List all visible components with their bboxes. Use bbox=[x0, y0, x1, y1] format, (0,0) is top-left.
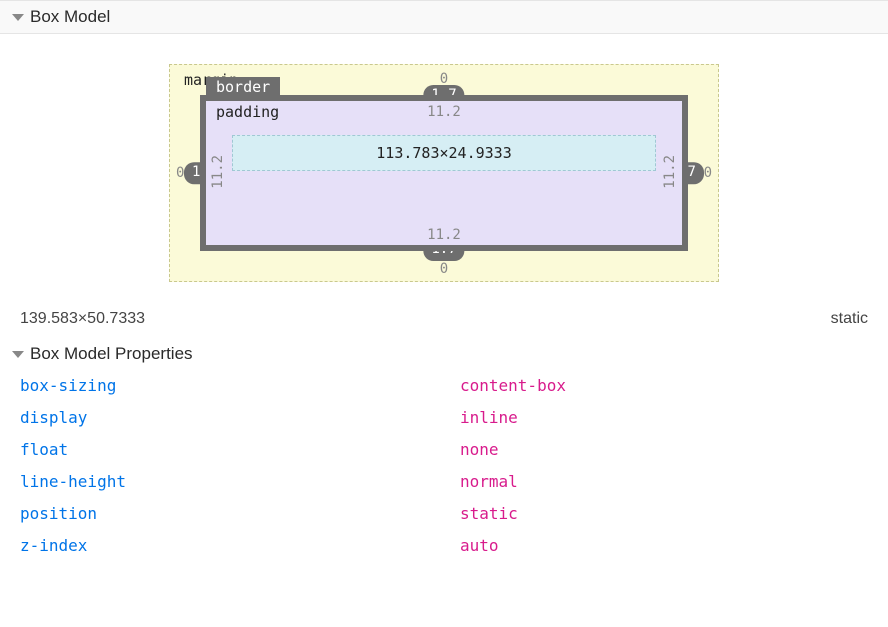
box-model-section-header[interactable]: Box Model bbox=[0, 0, 888, 34]
padding-top-value[interactable]: 11.2 bbox=[427, 104, 461, 120]
chevron-down-icon bbox=[12, 14, 24, 21]
chevron-down-icon bbox=[12, 351, 24, 358]
padding-bottom-value[interactable]: 11.2 bbox=[427, 227, 461, 243]
box-model-properties-header[interactable]: Box Model Properties bbox=[0, 340, 888, 370]
property-row[interactable]: box-sizing content-box bbox=[20, 370, 888, 402]
property-value[interactable]: inline bbox=[460, 402, 518, 434]
property-value[interactable]: normal bbox=[460, 466, 518, 498]
section-title: Box Model Properties bbox=[30, 344, 193, 364]
padding-label: padding bbox=[216, 103, 279, 121]
property-name: z-index bbox=[20, 530, 460, 562]
property-name: position bbox=[20, 498, 460, 530]
padding-right-value[interactable]: 11.2 bbox=[662, 155, 678, 189]
property-row[interactable]: display inline bbox=[20, 402, 888, 434]
margin-bottom-value[interactable]: 0 bbox=[440, 261, 448, 277]
property-value[interactable]: content-box bbox=[460, 370, 566, 402]
properties-list: box-sizing content-box display inline fl… bbox=[0, 370, 888, 570]
property-name: display bbox=[20, 402, 460, 434]
property-row[interactable]: line-height normal bbox=[20, 466, 888, 498]
box-model-diagram: margin 0 0 0 0 1.7 1.7 1.7 1.7 border pa… bbox=[0, 34, 888, 292]
position-mode: static bbox=[831, 310, 868, 328]
property-name: box-sizing bbox=[20, 370, 460, 402]
property-row[interactable]: z-index auto bbox=[20, 530, 888, 562]
property-row[interactable]: position static bbox=[20, 498, 888, 530]
property-row[interactable]: float none bbox=[20, 434, 888, 466]
property-name: line-height bbox=[20, 466, 460, 498]
summary-row: 139.583×50.7333 static bbox=[0, 292, 888, 340]
property-name: float bbox=[20, 434, 460, 466]
border-region[interactable]: border padding 11.2 11.2 11.2 11.2 113.7… bbox=[200, 95, 688, 251]
property-value[interactable]: none bbox=[460, 434, 499, 466]
section-title: Box Model bbox=[30, 7, 110, 27]
content-dimensions: 113.783×24.9333 bbox=[376, 144, 511, 162]
content-region[interactable]: 113.783×24.9333 bbox=[232, 135, 656, 171]
property-value[interactable]: auto bbox=[460, 530, 499, 562]
padding-left-value[interactable]: 11.2 bbox=[210, 155, 226, 189]
property-value[interactable]: static bbox=[460, 498, 518, 530]
margin-right-value[interactable]: 0 bbox=[704, 165, 712, 181]
margin-region[interactable]: margin 0 0 0 0 1.7 1.7 1.7 1.7 border pa… bbox=[169, 64, 719, 282]
border-label: border bbox=[206, 77, 280, 98]
element-dimensions: 139.583×50.7333 bbox=[20, 310, 145, 328]
